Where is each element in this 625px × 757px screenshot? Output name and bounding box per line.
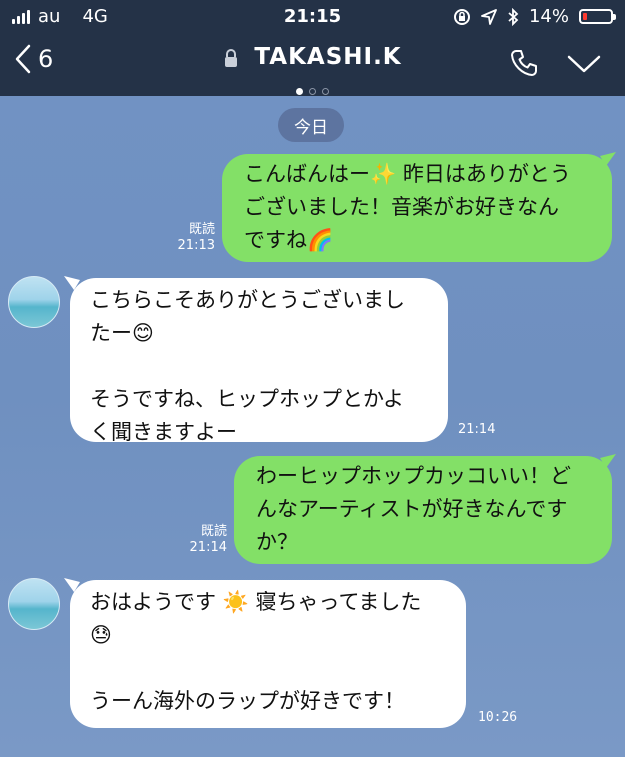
location-arrow-icon bbox=[481, 8, 497, 25]
chat-area[interactable]: 今日 既読 21:13 こんばんはー✨ 昨日はありがとう ございました！音楽がお… bbox=[0, 96, 625, 757]
message-bubble-incoming[interactable]: こちらこそありがとうございまし たー😊 そうですね、ヒップホップとかよ く聞きま… bbox=[70, 278, 448, 444]
message-line bbox=[90, 350, 428, 383]
chat-header: 6 TAKASHI.K bbox=[0, 32, 625, 96]
message-line: そうですね、ヒップホップとかよ bbox=[90, 387, 404, 411]
message-bubble-outgoing[interactable]: わーヒップホップカッコいい！ど んなアーティストが好きなんです か？ bbox=[234, 456, 612, 564]
message-line bbox=[90, 652, 446, 685]
message-line: うーん海外のラップが好きです！ bbox=[90, 689, 405, 713]
message-time: 10:26 bbox=[478, 710, 518, 725]
chat-title: TAKASHI.K bbox=[254, 44, 402, 70]
lock-icon bbox=[225, 48, 238, 67]
message-line: たー😊 bbox=[90, 321, 154, 345]
date-separator: 今日 bbox=[278, 108, 344, 142]
battery-icon bbox=[579, 9, 616, 24]
message-line: 😓 bbox=[90, 623, 112, 647]
bubble-tail bbox=[600, 152, 616, 166]
message-line: おはようです ☀️ 寝ちゃってました bbox=[90, 590, 422, 614]
message-meta: 既読 21:13 bbox=[170, 222, 215, 254]
message-line: ですね🌈 bbox=[244, 228, 334, 252]
page-dot bbox=[309, 88, 316, 95]
message-line: わーヒップホップカッコいい！ど bbox=[256, 464, 571, 488]
bubble-tail bbox=[600, 454, 616, 468]
rotation-lock-icon bbox=[453, 8, 470, 25]
avatar[interactable] bbox=[8, 276, 60, 328]
page-dot bbox=[322, 88, 329, 95]
battery-percent: 14% bbox=[528, 6, 569, 27]
message-line: か？ bbox=[256, 530, 298, 554]
message-time: 21:14 bbox=[458, 422, 496, 437]
message-bubble-incoming[interactable]: おはようです ☀️ 寝ちゃってました 😓 うーん海外のラップが好きです！ bbox=[70, 580, 466, 728]
read-receipt: 既読 bbox=[200, 524, 227, 539]
avatar[interactable] bbox=[8, 578, 60, 630]
message-time: 21:14 bbox=[189, 540, 227, 555]
bluetooth-icon bbox=[508, 7, 519, 26]
message-time: 21:13 bbox=[177, 238, 215, 253]
status-bar: au 4G 21:15 14% bbox=[0, 0, 625, 32]
message-bubble-outgoing[interactable]: こんばんはー✨ 昨日はありがとう ございました！音楽がお好きなん ですね🌈 bbox=[222, 154, 612, 262]
message-line: く聞きますよー bbox=[90, 420, 237, 444]
read-receipt: 既読 bbox=[188, 222, 215, 237]
message-meta: 既読 21:14 bbox=[182, 524, 227, 556]
message-line: こちらこそありがとうございまし bbox=[90, 288, 405, 312]
message-line: こんばんはー✨ 昨日はありがとう bbox=[244, 162, 571, 186]
chevron-down-icon[interactable] bbox=[567, 54, 601, 74]
page-dot-active bbox=[296, 88, 303, 95]
message-line: ございました！音楽がお好きなん bbox=[244, 195, 559, 219]
phone-icon[interactable] bbox=[509, 48, 539, 78]
message-line: んなアーティストが好きなんです bbox=[256, 497, 568, 521]
